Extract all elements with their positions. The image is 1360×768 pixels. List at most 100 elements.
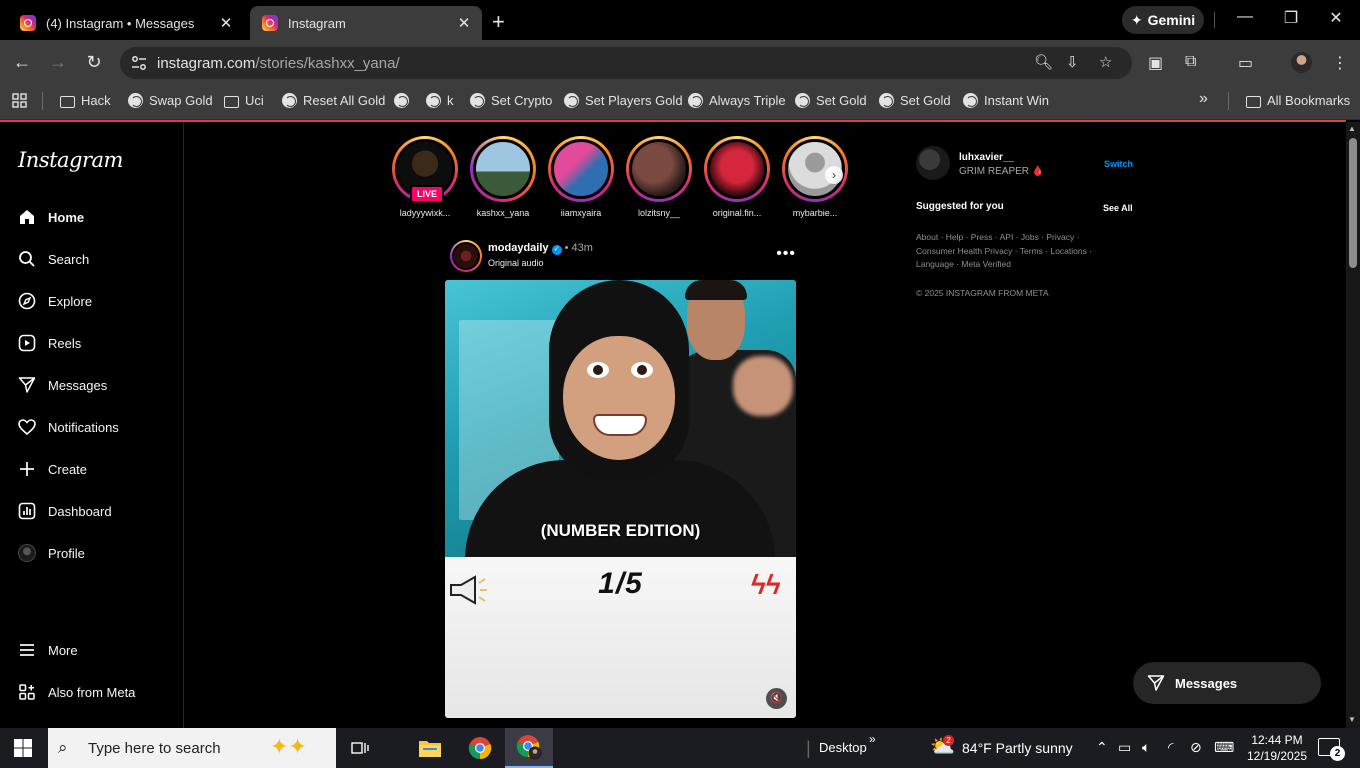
taskbar-search[interactable]: ⌕ Type here to search ✦✦ [48,728,336,768]
bookmark-item[interactable]: Reset All Gold [282,93,385,108]
scroll-down-icon[interactable]: ▼ [1348,715,1356,724]
nav-more[interactable]: More [18,636,78,664]
site-info-icon[interactable] [130,54,148,72]
nav-dashboard[interactable]: Dashboard [18,497,112,525]
search-icon: ⌕ [58,738,68,757]
restore-icon[interactable]: ❐ [1276,8,1306,28]
more-options-icon[interactable]: ••• [776,245,796,263]
story-username: kashxx_yana [476,208,530,218]
post-author-avatar[interactable] [450,240,482,272]
scroll-up-icon[interactable]: ▲ [1348,124,1356,133]
address-bar[interactable]: instagram.com/stories/kashxx_yana/ 🔍︎ ⇩ … [120,47,1132,79]
bookmark-item[interactable]: k [426,93,454,108]
stories-next-chevron-icon[interactable]: › [825,166,843,184]
video-caption: (NUMBER EDITION) [540,521,701,540]
tab-instagram-messages[interactable]: (4) Instagram • Messages ✕ [8,6,244,40]
bookmark-item[interactable]: Swap Gold [128,93,213,108]
clock-time: 12:44 PM [1251,733,1303,747]
gemini-button[interactable]: ✦ Gemini [1122,6,1204,34]
bookmark-star-icon[interactable]: ☆ [1099,53,1112,71]
all-bookmarks-button[interactable]: All Bookmarks [1246,93,1350,108]
bookmark-item[interactable]: Instant Win [963,93,1049,108]
nav-search[interactable]: Search [18,245,89,273]
install-app-icon[interactable]: ⇩ [1066,53,1079,71]
mute-icon[interactable]: 🔇 [766,688,787,709]
system-clock[interactable]: 12:44 PM 12/19/2025 [1244,732,1310,764]
post-video[interactable]: (NUMBER EDITION) 1/5 ϟϟ 🔇 [445,280,796,718]
bookmark-label: Set Gold [816,93,867,108]
nav-also-from-meta[interactable]: Also from Meta [18,678,135,706]
story-item[interactable]: lolzitsny__ [624,136,694,218]
see-all-link[interactable]: See All [1103,203,1133,213]
bookmark-item[interactable] [394,93,415,108]
instagram-logo[interactable]: Instagram [18,148,123,172]
network-off-icon[interactable]: ⊘ [1190,739,1202,756]
bookmark-item[interactable]: Uci [224,93,264,108]
messenger-icon [1147,675,1165,691]
back-arrow-icon[interactable]: ← [10,52,34,73]
post-username[interactable]: modaydaily [488,242,549,254]
more-bookmarks-chevron-icon[interactable]: » [1199,90,1208,108]
wifi-icon[interactable]: ◜ [1168,739,1173,756]
scrollbar-thumb[interactable] [1349,138,1357,268]
current-user-avatar[interactable] [916,146,950,180]
task-view-icon[interactable] [336,728,384,768]
chrome-profile-window-icon[interactable] [505,728,553,768]
windows-start-icon[interactable] [14,739,32,757]
bookmark-item[interactable]: Set Gold [879,93,951,108]
bookmark-item[interactable]: Set Crypto [470,93,552,108]
footer-links[interactable]: About · Help · Press · API · Jobs · Priv… [916,231,1106,272]
close-window-icon[interactable]: ✕ [1321,8,1351,28]
close-tab-icon[interactable]: ✕ [454,14,474,32]
bookmark-item[interactable]: Set Gold [795,93,867,108]
minimize-icon[interactable]: — [1230,8,1260,26]
page-scrollbar[interactable]: ▲ ▼ [1346,122,1360,728]
chevron-up-icon[interactable]: ⌃ [1096,739,1108,756]
nav-profile[interactable]: Profile [18,539,85,567]
story-item[interactable]: kashxx_yana [468,136,538,218]
zoom-icon[interactable]: 🔍︎ [1034,53,1053,71]
volume-icon[interactable]: 🔈︎ [1142,739,1150,756]
toolbar-chevron-icon[interactable]: » [869,732,876,746]
new-tab-button[interactable]: + [492,9,505,35]
tab-instagram[interactable]: Instagram ✕ [250,6,482,40]
profile-avatar[interactable] [1291,52,1312,73]
close-tab-icon[interactable]: ✕ [216,14,236,32]
nav-reels[interactable]: Reels [18,329,81,357]
messenger-icon [18,377,36,393]
story-item[interactable]: iiamxyaira [546,136,616,218]
bookmark-item[interactable]: Hack [60,93,111,108]
chrome-icon[interactable] [456,728,504,768]
bookmark-item[interactable]: Always Triple [688,93,786,108]
battery-icon[interactable]: ▭ [1118,739,1131,756]
current-user-fullname: GRIM REAPER 🩸 [959,166,1045,177]
messages-floating-button[interactable]: Messages [1133,662,1321,704]
nav-notifications[interactable]: Notifications [18,413,119,441]
bookmark-item[interactable]: Set Players Gold [564,93,683,108]
current-username[interactable]: luhxavier__ [959,152,1014,163]
keyboard-icon[interactable]: ⌨ [1214,739,1234,756]
post-audio-link[interactable]: Original audio [488,258,544,268]
nav-create[interactable]: Create [18,455,87,483]
nav-messages[interactable]: Messages [18,371,107,399]
reload-icon[interactable]: ↻ [82,52,106,73]
story-item[interactable]: LIVE ladyyywixk... [390,136,460,218]
dashboard-icon [18,502,36,520]
forward-arrow-icon[interactable]: → [46,52,70,73]
url-text: instagram.com/stories/kashxx_yana/ [157,55,400,72]
weather-text[interactable]: 84°F Partly sunny [962,740,1073,756]
desktop-toolbar-label[interactable]: Desktop [819,740,867,755]
file-explorer-icon[interactable] [406,728,454,768]
story-item[interactable]: original.fin... [702,136,772,218]
nav-home[interactable]: Home [18,203,84,231]
nav-label: Explore [48,293,93,309]
menu-icon [20,644,34,656]
apps-grid-icon[interactable] [12,93,27,108]
suggested-heading: Suggested for you [916,201,1004,212]
extensions-icon[interactable]: ⧉ [1185,53,1196,71]
switch-account-link[interactable]: Switch [1104,159,1133,169]
nav-explore[interactable]: Explore [18,287,92,315]
cast-media-icon[interactable]: ▭ [1238,53,1253,73]
reading-mode-icon[interactable]: ▣ [1148,53,1163,73]
kebab-menu-icon[interactable]: ⋮ [1332,53,1348,73]
